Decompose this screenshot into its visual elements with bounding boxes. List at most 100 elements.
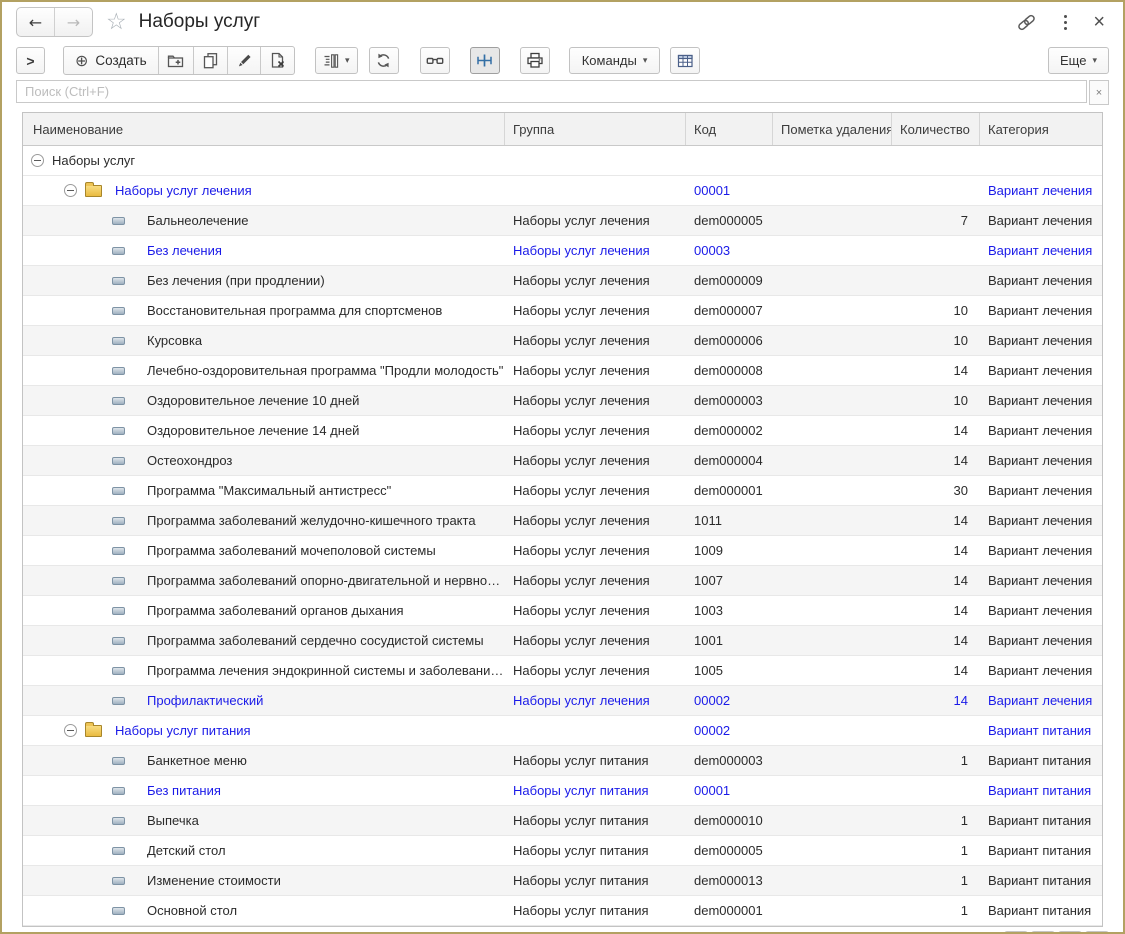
- cell-name[interactable]: Наборы услуг лечения: [23, 176, 505, 205]
- interval-button[interactable]: [470, 47, 500, 74]
- tree-collapse-icon[interactable]: [64, 184, 77, 197]
- cell-code[interactable]: 1005: [686, 656, 773, 685]
- cell-group[interactable]: Наборы услуг питания: [505, 836, 686, 865]
- cell-category[interactable]: Вариант лечения: [980, 686, 1102, 715]
- column-header-1[interactable]: Наименование: [23, 113, 505, 145]
- cell-name[interactable]: Программа заболеваний мочеполовой систем…: [23, 536, 505, 565]
- cell-quantity[interactable]: 10: [892, 296, 980, 325]
- table-row[interactable]: Программа лечения эндокринной системы и …: [23, 656, 1102, 686]
- cell-name[interactable]: Программа заболеваний опорно-двигательно…: [23, 566, 505, 595]
- cell-code[interactable]: dem000008: [686, 356, 773, 385]
- cell-group[interactable]: Наборы услуг питания: [505, 896, 686, 925]
- cell-name[interactable]: Изменение стоимости: [23, 866, 505, 895]
- cell-deletion-mark[interactable]: [773, 236, 892, 265]
- cell-name[interactable]: Наборы услуг питания: [23, 716, 505, 745]
- cell-quantity[interactable]: 14: [892, 416, 980, 445]
- cell-category[interactable]: Вариант лечения: [980, 326, 1102, 355]
- more-button[interactable]: Еще ▾: [1048, 47, 1109, 74]
- cell-code[interactable]: 00001: [686, 776, 773, 805]
- cell-name[interactable]: Оздоровительное лечение 10 дней: [23, 386, 505, 415]
- tree-collapse-icon[interactable]: [64, 724, 77, 737]
- cell-group[interactable]: Наборы услуг лечения: [505, 446, 686, 475]
- cell-category[interactable]: Вариант питания: [980, 836, 1102, 865]
- cell-category[interactable]: Вариант питания: [980, 746, 1102, 775]
- cell-deletion-mark[interactable]: [773, 476, 892, 505]
- cell-group[interactable]: Наборы услуг лечения: [505, 506, 686, 535]
- cell-category[interactable]: Вариант питания: [980, 776, 1102, 805]
- table-row[interactable]: Без леченияНаборы услуг лечения00003Вари…: [23, 236, 1102, 266]
- cell-deletion-mark[interactable]: [773, 446, 892, 475]
- cell-group[interactable]: [505, 716, 686, 745]
- table-row[interactable]: Наборы услуг лечения00001Вариант лечения: [23, 176, 1102, 206]
- cell-group[interactable]: Наборы услуг лечения: [505, 416, 686, 445]
- cell-group[interactable]: Наборы услуг лечения: [505, 326, 686, 355]
- cell-name[interactable]: Программа лечения эндокринной системы и …: [23, 656, 505, 685]
- cell-code[interactable]: dem000013: [686, 866, 773, 895]
- cell-name[interactable]: Программа заболеваний сердечно сосудисто…: [23, 626, 505, 655]
- cell-code[interactable]: dem000009: [686, 266, 773, 295]
- column-header-3[interactable]: Код: [686, 113, 773, 145]
- cell-code[interactable]: dem000002: [686, 416, 773, 445]
- cell-deletion-mark[interactable]: [773, 356, 892, 385]
- expand-panel-button[interactable]: >: [16, 47, 45, 74]
- cell-name[interactable]: Программа "Максимальный антистресс": [23, 476, 505, 505]
- cell-name[interactable]: Восстановительная программа для спортсме…: [23, 296, 505, 325]
- table-row[interactable]: Основной столНаборы услуг питанияdem0000…: [23, 896, 1102, 926]
- cell-quantity[interactable]: 14: [892, 536, 980, 565]
- cell-category[interactable]: Вариант лечения: [980, 236, 1102, 265]
- cell-deletion-mark[interactable]: [773, 506, 892, 535]
- cell-name[interactable]: Курсовка: [23, 326, 505, 355]
- cell-deletion-mark[interactable]: [773, 866, 892, 895]
- cell-quantity[interactable]: [892, 236, 980, 265]
- cell-deletion-mark[interactable]: [773, 656, 892, 685]
- cell-category[interactable]: [980, 146, 1102, 175]
- clear-search-button[interactable]: ×: [1089, 80, 1109, 105]
- cell-deletion-mark[interactable]: [773, 326, 892, 355]
- cell-category[interactable]: Вариант лечения: [980, 176, 1102, 205]
- cell-category[interactable]: Вариант питания: [980, 866, 1102, 895]
- cell-category[interactable]: Вариант лечения: [980, 416, 1102, 445]
- kebab-menu-icon[interactable]: [1064, 15, 1067, 30]
- cell-category[interactable]: Вариант лечения: [980, 536, 1102, 565]
- table-row[interactable]: Программа заболеваний мочеполовой систем…: [23, 536, 1102, 566]
- cell-name[interactable]: Лечебно-оздоровительная программа "Продл…: [23, 356, 505, 385]
- cell-code[interactable]: dem000005: [686, 836, 773, 865]
- cell-code[interactable]: dem000007: [686, 296, 773, 325]
- cell-code[interactable]: 00003: [686, 236, 773, 265]
- cell-category[interactable]: Вариант лечения: [980, 626, 1102, 655]
- cell-code[interactable]: dem000006: [686, 326, 773, 355]
- cell-name[interactable]: Без питания: [23, 776, 505, 805]
- delete-mark-button[interactable]: [260, 47, 294, 74]
- cell-deletion-mark[interactable]: [773, 536, 892, 565]
- cell-code[interactable]: dem000003: [686, 746, 773, 775]
- cell-quantity[interactable]: 14: [892, 506, 980, 535]
- cell-quantity[interactable]: [892, 266, 980, 295]
- cell-code[interactable]: 00002: [686, 686, 773, 715]
- cell-group[interactable]: Наборы услуг лечения: [505, 206, 686, 235]
- cell-group[interactable]: Наборы услуг лечения: [505, 536, 686, 565]
- favorite-star-icon[interactable]: ☆: [106, 11, 127, 34]
- search-input[interactable]: [16, 80, 1087, 103]
- refresh-button[interactable]: [369, 47, 399, 74]
- cell-quantity[interactable]: 14: [892, 596, 980, 625]
- cell-group[interactable]: Наборы услуг питания: [505, 776, 686, 805]
- cell-code[interactable]: [686, 146, 773, 175]
- cell-name[interactable]: Профилактический: [23, 686, 505, 715]
- cell-name[interactable]: Программа заболеваний органов дыхания: [23, 596, 505, 625]
- find-button[interactable]: [420, 47, 450, 74]
- cell-code[interactable]: 1007: [686, 566, 773, 595]
- cell-category[interactable]: Вариант лечения: [980, 356, 1102, 385]
- cell-quantity[interactable]: [892, 776, 980, 805]
- table-row[interactable]: Наборы услуг: [23, 146, 1102, 176]
- cell-quantity[interactable]: 30: [892, 476, 980, 505]
- cell-category[interactable]: Вариант лечения: [980, 446, 1102, 475]
- cell-category[interactable]: Вариант лечения: [980, 386, 1102, 415]
- cell-quantity[interactable]: 1: [892, 836, 980, 865]
- cell-name[interactable]: Бальнеолечение: [23, 206, 505, 235]
- cell-deletion-mark[interactable]: [773, 296, 892, 325]
- cell-name[interactable]: Программа заболеваний желудочно-кишечног…: [23, 506, 505, 535]
- table-row[interactable]: Без питанияНаборы услуг питания00001 Вари…: [23, 776, 1102, 806]
- print-button[interactable]: [520, 47, 550, 74]
- cell-group[interactable]: Наборы услуг лечения: [505, 596, 686, 625]
- column-header-4[interactable]: Пометка удаления: [773, 113, 892, 145]
